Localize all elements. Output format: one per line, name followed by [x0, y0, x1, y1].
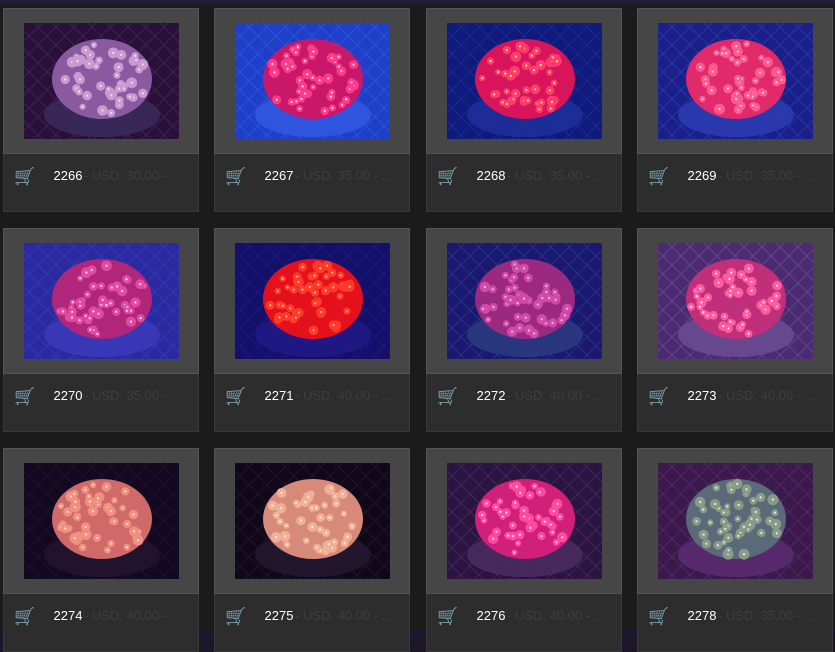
- top-border: [0, 0, 835, 4]
- coral-photo-image: [24, 23, 179, 139]
- coral-photo-image: [235, 23, 390, 139]
- gallery-item[interactable]: 🛒 - USD. 35.00 - ... 2270: [3, 228, 199, 432]
- coral-photo[interactable]: [235, 463, 390, 579]
- coral-photo-image: [24, 463, 179, 579]
- item-number[interactable]: 2276: [427, 608, 555, 624]
- thumbnail-frame[interactable]: [214, 8, 410, 154]
- gallery-item[interactable]: 🛒 - USD. 35.00 - ... 2267: [214, 8, 410, 212]
- coral-photo[interactable]: [235, 23, 390, 139]
- gallery-item[interactable]: 🛒 - USD. 40.00 - ... 2275: [214, 448, 410, 652]
- coral-photo[interactable]: [658, 23, 813, 139]
- item-info-bar: 🛒 - USD. 40.00 - ... 2276: [426, 594, 622, 652]
- thumbnail-frame[interactable]: [214, 448, 410, 594]
- item-info-bar: 🛒 - USD. 35.00 - ... 2269: [637, 154, 833, 212]
- thumbnail-frame[interactable]: [3, 448, 199, 594]
- item-number[interactable]: 2270: [4, 388, 132, 404]
- coral-photo-image: [658, 23, 813, 139]
- coral-photo[interactable]: [24, 23, 179, 139]
- item-info-bar: 🛒 - USD. 35.00 - ... 2270: [3, 374, 199, 432]
- gallery-item[interactable]: 🛒 - USD. 40.00 - ... 2274: [3, 448, 199, 652]
- coral-photo[interactable]: [447, 23, 602, 139]
- coral-photo-image: [658, 243, 813, 359]
- item-number[interactable]: 2266: [4, 168, 132, 184]
- coral-photo-image: [447, 463, 602, 579]
- thumbnail-frame[interactable]: [637, 448, 833, 594]
- item-info-bar: 🛒 - USD. 40.00 - ... 2272: [426, 374, 622, 432]
- gallery-item[interactable]: 🛒 - USD. 40.00 - ... 2272: [426, 228, 622, 432]
- thumbnail-frame[interactable]: [214, 228, 410, 374]
- item-number[interactable]: 2267: [215, 168, 343, 184]
- coral-photo[interactable]: [447, 463, 602, 579]
- thumbnail-frame[interactable]: [3, 228, 199, 374]
- gallery-item[interactable]: 🛒 - USD. 35.00 - ... 2268: [426, 8, 622, 212]
- item-number[interactable]: 2271: [215, 388, 343, 404]
- item-info-bar: 🛒 - USD. 40.00 - ... 2275: [214, 594, 410, 652]
- coral-photo-image: [235, 243, 390, 359]
- item-number[interactable]: 2274: [4, 608, 132, 624]
- item-number[interactable]: 2269: [638, 168, 766, 184]
- coral-photo[interactable]: [658, 463, 813, 579]
- thumbnail-frame[interactable]: [637, 228, 833, 374]
- gallery-item[interactable]: 🛒 - USD. 30.00 - ... 2266: [3, 8, 199, 212]
- item-info-bar: 🛒 - USD. 40.00 - ... 2273: [637, 374, 833, 432]
- item-info-bar: 🛒 - USD. 30.00 - ... 2266: [3, 154, 199, 212]
- item-info-bar: 🛒 - USD. 35.00 - ... 2278: [637, 594, 833, 652]
- item-number[interactable]: 2268: [427, 168, 555, 184]
- coral-photo[interactable]: [24, 463, 179, 579]
- coral-photo-image: [235, 463, 390, 579]
- item-info-bar: 🛒 - USD. 40.00 - ... 2274: [3, 594, 199, 652]
- gallery-item[interactable]: 🛒 - USD. 35.00 - ... 2278: [637, 448, 833, 652]
- thumbnail-frame[interactable]: [426, 228, 622, 374]
- coral-photo[interactable]: [658, 243, 813, 359]
- coral-photo-image: [447, 243, 602, 359]
- coral-photo[interactable]: [235, 243, 390, 359]
- item-info-bar: 🛒 - USD. 35.00 - ... 2268: [426, 154, 622, 212]
- gallery-item[interactable]: 🛒 - USD. 40.00 - ... 2276: [426, 448, 622, 652]
- item-info-bar: 🛒 - USD. 35.00 - ... 2267: [214, 154, 410, 212]
- thumbnail-frame[interactable]: [426, 448, 622, 594]
- item-number[interactable]: 2272: [427, 388, 555, 404]
- item-number[interactable]: 2278: [638, 608, 766, 624]
- thumbnail-frame[interactable]: [3, 8, 199, 154]
- item-number[interactable]: 2273: [638, 388, 766, 404]
- gallery-item[interactable]: 🛒 - USD. 40.00 - ... 2273: [637, 228, 833, 432]
- thumbnail-frame[interactable]: [426, 8, 622, 154]
- gallery-item[interactable]: 🛒 - USD. 40.00 - ... 2271: [214, 228, 410, 432]
- coral-photo-image: [24, 243, 179, 359]
- gallery-item[interactable]: 🛒 - USD. 35.00 - ... 2269: [637, 8, 833, 212]
- coral-photo[interactable]: [447, 243, 602, 359]
- coral-photo-image: [658, 463, 813, 579]
- coral-gallery-grid: 🛒 - USD. 30.00 - ... 2266 🛒 - USD. 35.00 - .…: [0, 0, 835, 652]
- item-number[interactable]: 2275: [215, 608, 343, 624]
- thumbnail-frame[interactable]: [637, 8, 833, 154]
- item-info-bar: 🛒 - USD. 40.00 - ... 2271: [214, 374, 410, 432]
- coral-photo[interactable]: [24, 243, 179, 359]
- coral-photo-image: [447, 23, 602, 139]
